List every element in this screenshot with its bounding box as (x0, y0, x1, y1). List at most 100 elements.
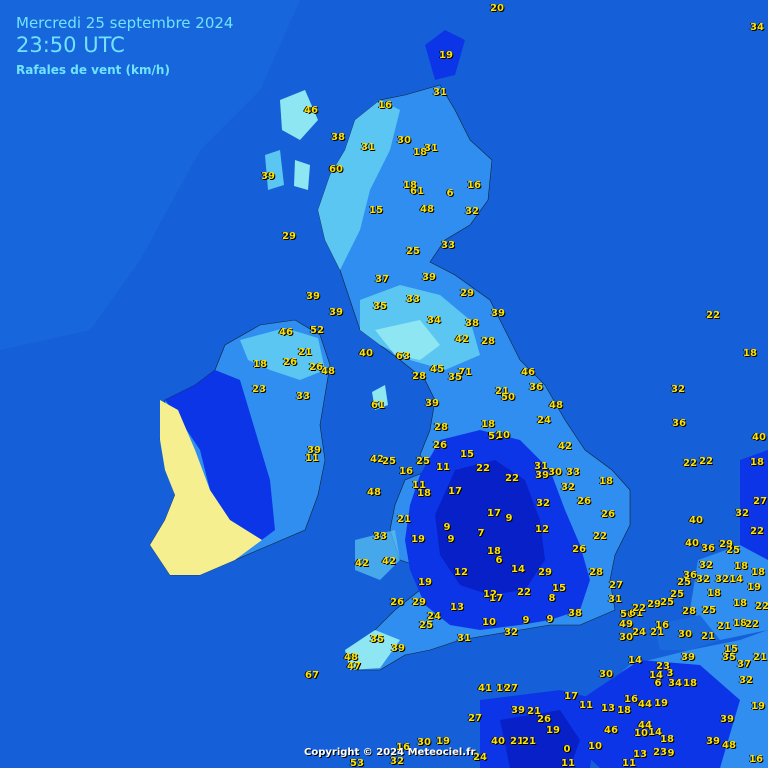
wind-gust-value: 31 (433, 87, 447, 98)
wind-gust-value: 39 (425, 398, 439, 409)
wind-gust-value: 12 (454, 567, 468, 578)
wind-gust-value: 32 (504, 627, 518, 638)
wind-gust-value: 49 (619, 619, 633, 630)
wind-gust-value: 63 (396, 351, 410, 362)
wind-gust-value: 21 (298, 347, 312, 358)
wind-gust-value: 11 (436, 462, 450, 473)
wind-gust-value: 17 (487, 508, 501, 519)
wind-gust-value: 39 (491, 308, 505, 319)
wind-gust-value: 67 (305, 670, 319, 681)
wind-gust-value: 32 (699, 560, 713, 571)
wind-gust-value: 23 (252, 384, 266, 395)
wind-gust-value: 35 (448, 372, 462, 383)
wind-gust-value: 61 (371, 400, 385, 411)
wind-gust-value: 44 (638, 699, 652, 710)
wind-gust-value: 33 (441, 240, 455, 251)
wind-gust-value: 26 (537, 714, 551, 725)
wind-gust-value: 13 (633, 749, 647, 760)
wind-gust-value: 26 (433, 440, 447, 451)
wind-gust-value: 22 (745, 619, 759, 630)
wind-gust-value: 18 (660, 734, 674, 745)
wind-gust-value: 0 (563, 744, 571, 755)
wind-gust-value: 22 (683, 458, 697, 469)
wind-gust-value: 21 (397, 514, 411, 525)
wind-gust-value: 10 (482, 617, 496, 628)
wind-gust-value: 10 (496, 430, 510, 441)
wind-gust-value: 32 (715, 574, 729, 585)
wind-gust-value: 40 (359, 348, 373, 359)
wind-gust-value: 33 (406, 294, 420, 305)
wind-gust-value: 22 (750, 526, 764, 537)
wind-gust-value: 19 (546, 725, 560, 736)
wind-gust-value: 15 (369, 205, 383, 216)
wind-gust-value: 31 (457, 633, 471, 644)
wind-gust-value: 42 (382, 556, 396, 567)
wind-gust-value: 6 (446, 188, 454, 199)
wind-gust-value: 39 (706, 736, 720, 747)
wind-gust-value: 25 (726, 545, 740, 556)
wind-gust-value: 20 (490, 3, 504, 14)
map-background (0, 0, 768, 768)
wind-gust-value: 32 (561, 482, 575, 493)
wind-gust-value: 22 (505, 473, 519, 484)
wind-gust-value: 12 (535, 524, 549, 535)
wind-gust-value: 18 (617, 705, 631, 716)
wind-gust-value: 61 (410, 186, 424, 197)
wind-gust-value: 14 (628, 655, 642, 666)
wind-gust-value: 19 (436, 736, 450, 747)
wind-gust-value: 42 (355, 558, 369, 569)
wind-gust-value: 39 (306, 291, 320, 302)
wind-gust-value: 18 (253, 359, 267, 370)
wind-gust-value: 26 (577, 496, 591, 507)
wind-gust-value: 6 (495, 555, 503, 566)
wind-gust-value: 22 (632, 603, 646, 614)
wind-gust-value: 48 (321, 366, 335, 377)
weather-map: Mercredi 25 septembre 2024 23:50 UTC Raf… (0, 0, 768, 768)
wind-gust-value: 18 (734, 561, 748, 572)
wind-gust-value: 21 (522, 736, 536, 747)
wind-gust-value: 32 (696, 574, 710, 585)
wind-gust-value: 14 (729, 574, 743, 585)
wind-gust-value: 16 (399, 466, 413, 477)
wind-gust-value: 18 (599, 476, 613, 487)
wind-gust-value: 25 (416, 456, 430, 467)
wind-gust-value: 18 (481, 419, 495, 430)
wind-gust-value: 11 (561, 758, 575, 768)
wind-gust-value: 42 (558, 441, 572, 452)
wind-gust-value: 29 (647, 599, 661, 610)
wind-gust-value: 36 (701, 543, 715, 554)
wind-gust-value: 29 (538, 567, 552, 578)
wind-gust-value: 27 (753, 496, 767, 507)
wind-gust-value: 46 (604, 725, 618, 736)
wind-gust-value: 18 (750, 457, 764, 468)
wind-gust-value: 11 (305, 453, 319, 464)
wind-gust-value: 40 (689, 515, 703, 526)
wind-gust-value: 40 (491, 736, 505, 747)
wind-gust-value: 14 (511, 564, 525, 575)
wind-gust-value: 25 (660, 597, 674, 608)
wind-gust-value: 45 (430, 364, 444, 375)
wind-gust-value: 16 (624, 694, 638, 705)
wind-gust-value: 29 (282, 231, 296, 242)
wind-gust-value: 31 (361, 142, 375, 153)
wind-gust-value: 39 (261, 171, 275, 182)
wind-gust-value: 60 (329, 164, 343, 175)
wind-gust-value: 34 (750, 22, 764, 33)
wind-gust-value: 9 (505, 513, 513, 524)
wind-gust-value: 18 (683, 678, 697, 689)
wind-gust-value: 29 (460, 288, 474, 299)
copyright: Copyright © 2024 Meteociel.fr (304, 747, 476, 758)
wind-gust-value: 36 (529, 382, 543, 393)
wind-gust-value: 25 (677, 577, 691, 588)
wind-gust-value: 25 (406, 246, 420, 257)
wind-gust-value: 19 (747, 582, 761, 593)
wind-gust-value: 38 (331, 132, 345, 143)
wind-gust-value: 22 (699, 456, 713, 467)
wind-gust-value: 31 (424, 143, 438, 154)
wind-gust-value: 50 (501, 392, 515, 403)
wind-gust-value: 21 (753, 652, 767, 663)
wind-gust-value: 21 (701, 631, 715, 642)
wind-gust-value: 37 (737, 659, 751, 670)
map-variable: Rafales de vent (km/h) (16, 63, 170, 77)
wind-gust-value: 35 (373, 301, 387, 312)
